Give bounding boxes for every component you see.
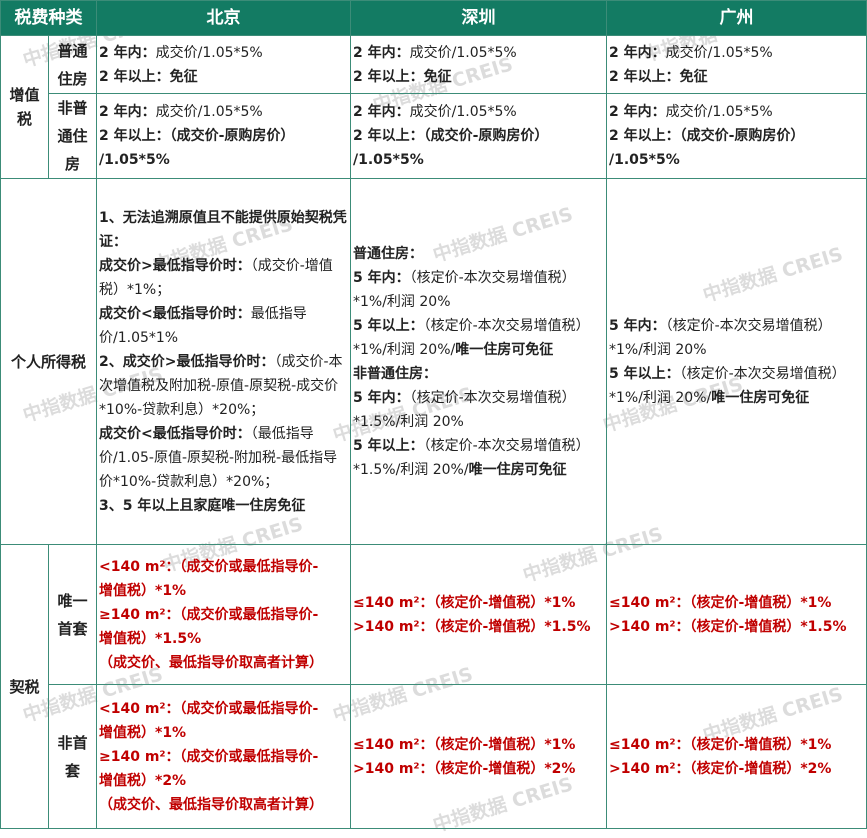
pit-row: 个人所得税 1、无法追溯原值且不能提供原始契税凭证： 成交价>最低指导价时：（成… <box>0 178 867 545</box>
deed-first-label: 唯一首套 <box>48 544 97 685</box>
deed-label: 契税 <box>0 544 49 829</box>
pit-label: 个人所得税 <box>0 178 97 545</box>
deed-first-guangzhou: ≤140 m²：（核定价-增值税）*1% >140 m²：（核定价-增值税）*1… <box>606 544 867 685</box>
deed-first-beijing: <140 m²：（成交价或最低指导价- 增值税）*1% ≥140 m²：（成交价… <box>96 544 351 685</box>
vat-ordinary-row: 增值税 普通住房 2 年内：成交价/1.05*5% 2 年以上：免征 2 年内：… <box>0 35 867 179</box>
vat-ordinary-beijing: 2 年内：成交价/1.05*5% 2 年以上：免征 <box>96 35 351 94</box>
deed-first-row: 契税 唯一首套 <140 m²：（成交价或最低指导价- 增值税）*1% ≥140… <box>0 544 867 829</box>
header-beijing: 北京 <box>96 0 351 36</box>
header-shenzhen: 深圳 <box>350 0 607 36</box>
deed-other-shenzhen: ≤140 m²：（核定价-增值税）*1% >140 m²：（核定价-增值税）*2… <box>350 684 607 829</box>
deed-other-guangzhou: ≤140 m²：（核定价-增值税）*1% >140 m²：（核定价-增值税）*2… <box>606 684 867 829</box>
vat-non-ordinary-beijing: 2 年内：成交价/1.05*5% 2 年以上：（成交价-原购房价） /1.05*… <box>96 93 351 179</box>
vat-ordinary-label: 普通住房 <box>48 35 97 94</box>
deed-first-shenzhen: ≤140 m²：（核定价-增值税）*1% >140 m²：（核定价-增值税）*1… <box>350 544 607 685</box>
vat-non-ordinary-label: 非普通住房 <box>48 93 97 179</box>
deed-other-label: 非首套 <box>48 684 97 829</box>
vat-label: 增值税 <box>0 35 49 179</box>
deed-other-row: 非首套 <140 m²：（成交价或最低指导价- 增值税）*1% ≥140 m²：… <box>1 684 867 829</box>
vat-non-ordinary-row: 非普通住房 2 年内：成交价/1.05*5% 2 年以上：（成交价-原购房价） … <box>1 93 867 179</box>
vat-non-ordinary-guangzhou: 2 年内：成交价/1.05*5% 2 年以上：（成交价-原购房价） /1.05*… <box>606 93 867 179</box>
header-tax-type: 税费种类 <box>0 0 97 36</box>
vat-ordinary-shenzhen: 2 年内：成交价/1.05*5% 2 年以上：免征 <box>350 35 607 94</box>
vat-ordinary-guangzhou: 2 年内：成交价/1.05*5% 2 年以上：免征 <box>606 35 867 94</box>
pit-guangzhou: 5 年内：（核定价-本次交易增值税）*1%/利润 20% 5 年以上：（核定价-… <box>606 178 867 545</box>
header-guangzhou: 广州 <box>606 0 867 36</box>
pit-shenzhen: 普通住房： 5 年内：（核定价-本次交易增值税）*1%/利润 20% 5 年以上… <box>350 178 607 545</box>
pit-beijing: 1、无法追溯原值且不能提供原始契税凭证： 成交价>最低指导价时：（成交价-增值税… <box>96 178 351 545</box>
vat-non-ordinary-shenzhen: 2 年内：成交价/1.05*5% 2 年以上：（成交价-原购房价） /1.05*… <box>350 93 607 179</box>
tax-table: 税费种类 北京 深圳 广州 增值税 普通住房 2 年内：成交价/1.05*5% … <box>0 0 867 829</box>
deed-other-beijing: <140 m²：（成交价或最低指导价- 增值税）*1% ≥140 m²：（成交价… <box>96 684 351 829</box>
header-row: 税费种类 北京 深圳 广州 <box>0 0 867 36</box>
